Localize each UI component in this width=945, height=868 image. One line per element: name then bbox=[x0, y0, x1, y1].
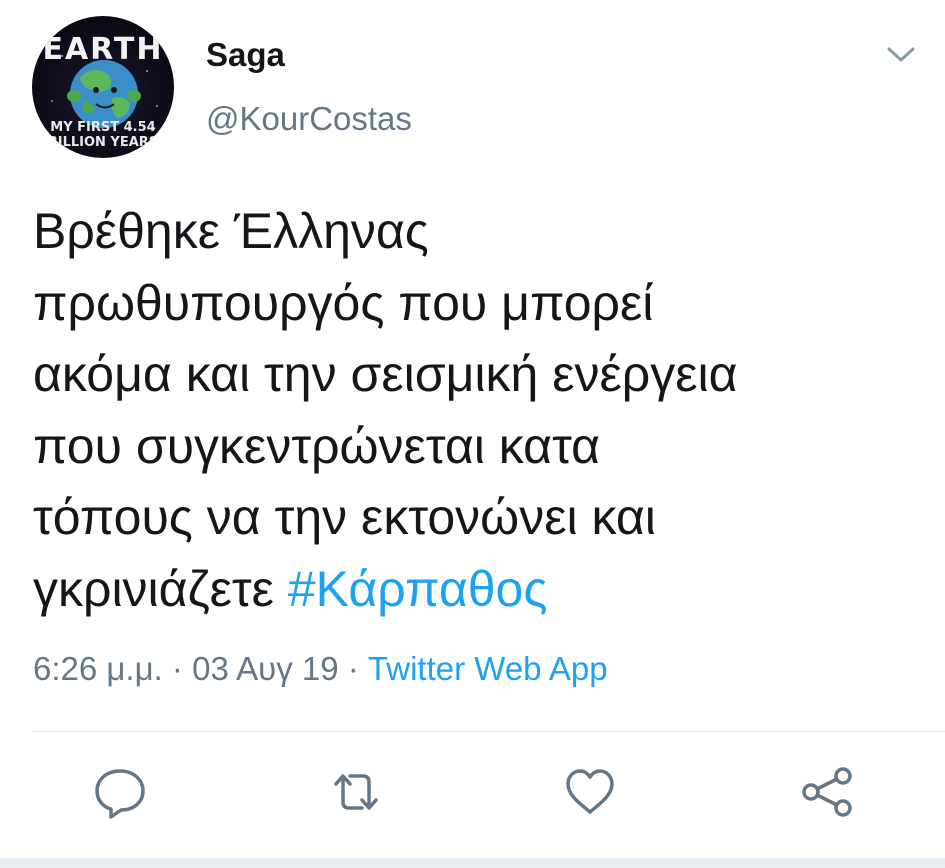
tweet-actions bbox=[0, 762, 945, 824]
chevron-down-icon bbox=[887, 47, 915, 62]
retweet-icon bbox=[334, 774, 378, 810]
reply-icon bbox=[95, 769, 145, 819]
avatar[interactable]: EARTH MY FIRST 4.54 BILLION YEARS bbox=[32, 16, 174, 158]
tweet-meta: 6:26 μ.μ. · 03 Αυγ 19 · Twitter Web App bbox=[33, 650, 608, 688]
display-name[interactable]: Saga bbox=[206, 36, 285, 74]
tweet-text-fragment: γκρινιάζετε bbox=[33, 560, 288, 617]
bottom-divider bbox=[0, 858, 945, 868]
tweet-date[interactable]: 03 Αυγ 19 bbox=[192, 650, 339, 687]
reply-button[interactable] bbox=[90, 762, 150, 822]
user-handle[interactable]: @KourCostas bbox=[206, 100, 412, 138]
avatar-caption-line2: BILLION YEARS bbox=[47, 135, 159, 150]
retweet-button[interactable] bbox=[326, 762, 386, 822]
share-icon bbox=[802, 767, 852, 817]
tweet-text-line: ακόμα και την σεισμική ενέργεια bbox=[33, 346, 738, 402]
like-button[interactable] bbox=[560, 762, 620, 822]
tweet-text-line: Βρέθηκε Έλληνας bbox=[33, 203, 429, 259]
tweet-time[interactable]: 6:26 μ.μ. bbox=[33, 650, 163, 687]
tweet-text-line: πρωθυπουργός που μπορεί bbox=[33, 274, 654, 331]
avatar-title: EARTH bbox=[42, 32, 164, 67]
tweet-text-line: που συγκεντρώνεται κατα bbox=[33, 417, 601, 474]
meta-separator: · bbox=[338, 650, 368, 687]
tweet-card: EARTH MY FIRST 4.54 BILLION YEARS Saga @… bbox=[0, 0, 945, 868]
tweet-source-link[interactable]: Twitter Web App bbox=[368, 650, 608, 687]
hashtag-link[interactable]: #Κάρπαθος bbox=[288, 561, 548, 617]
heart-icon bbox=[566, 769, 614, 814]
tweet-text-line: τόπους να την εκτονώνει και bbox=[33, 489, 656, 545]
share-button[interactable] bbox=[797, 762, 857, 822]
tweet-text: Βρέθηκε Έλληνας πρωθυπουργός που μπορεί ακ… bbox=[33, 196, 913, 625]
tweet-text-line-last: γκρινιάζετε #Κάρπαθος bbox=[33, 554, 913, 626]
avatar-caption-line1: MY FIRST 4.54 bbox=[50, 120, 156, 135]
avatar-caption: MY FIRST 4.54 BILLION YEARS bbox=[32, 120, 174, 150]
meta-separator: · bbox=[162, 650, 193, 687]
tweet-menu-button[interactable] bbox=[884, 40, 918, 68]
divider bbox=[33, 731, 945, 732]
